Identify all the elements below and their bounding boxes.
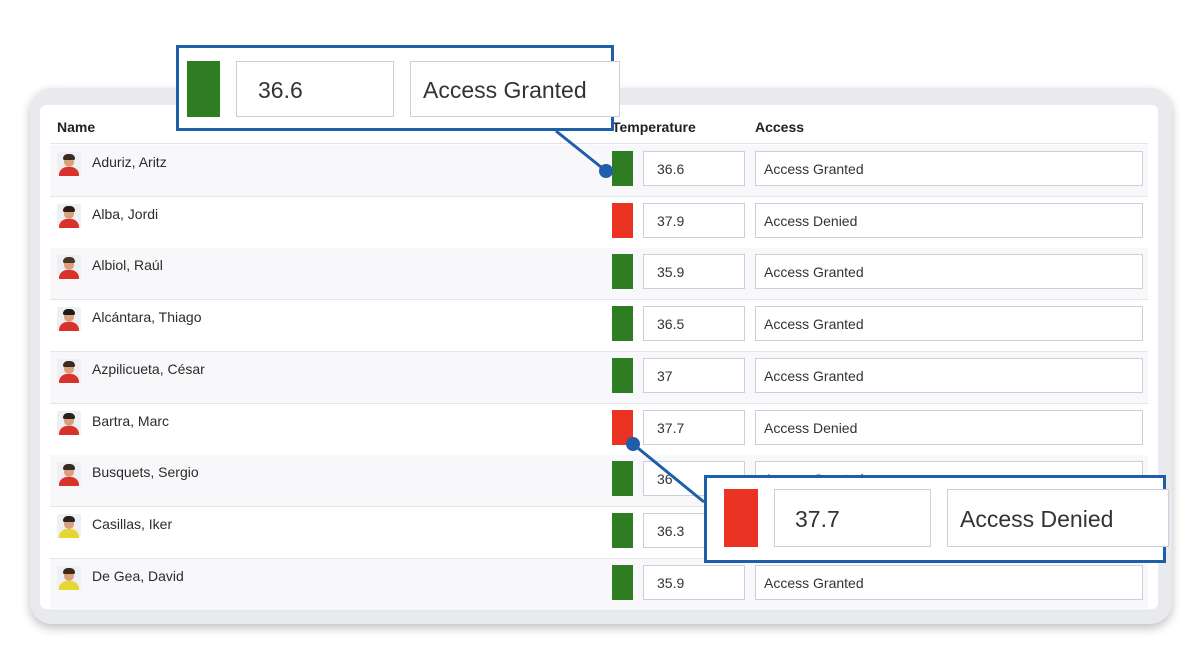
zoom-callout-granted: 36.6 Access Granted <box>176 45 620 131</box>
callout-connector-line <box>632 442 705 504</box>
callout-temperature-field: 36.6 <box>236 61 394 117</box>
callout-status-indicator <box>724 489 758 547</box>
callout-status-indicator <box>187 61 220 117</box>
callout-temperature-field: 37.7 <box>774 489 931 547</box>
callout-connector-line <box>555 129 607 173</box>
callout-access-field: Access Granted <box>410 61 620 117</box>
callout-access-field: Access Denied <box>947 489 1169 547</box>
zoom-callout-denied: 37.7 Access Denied <box>704 475 1169 563</box>
callout-anchor-dot <box>626 437 640 451</box>
callout-anchor-dot <box>599 164 613 178</box>
